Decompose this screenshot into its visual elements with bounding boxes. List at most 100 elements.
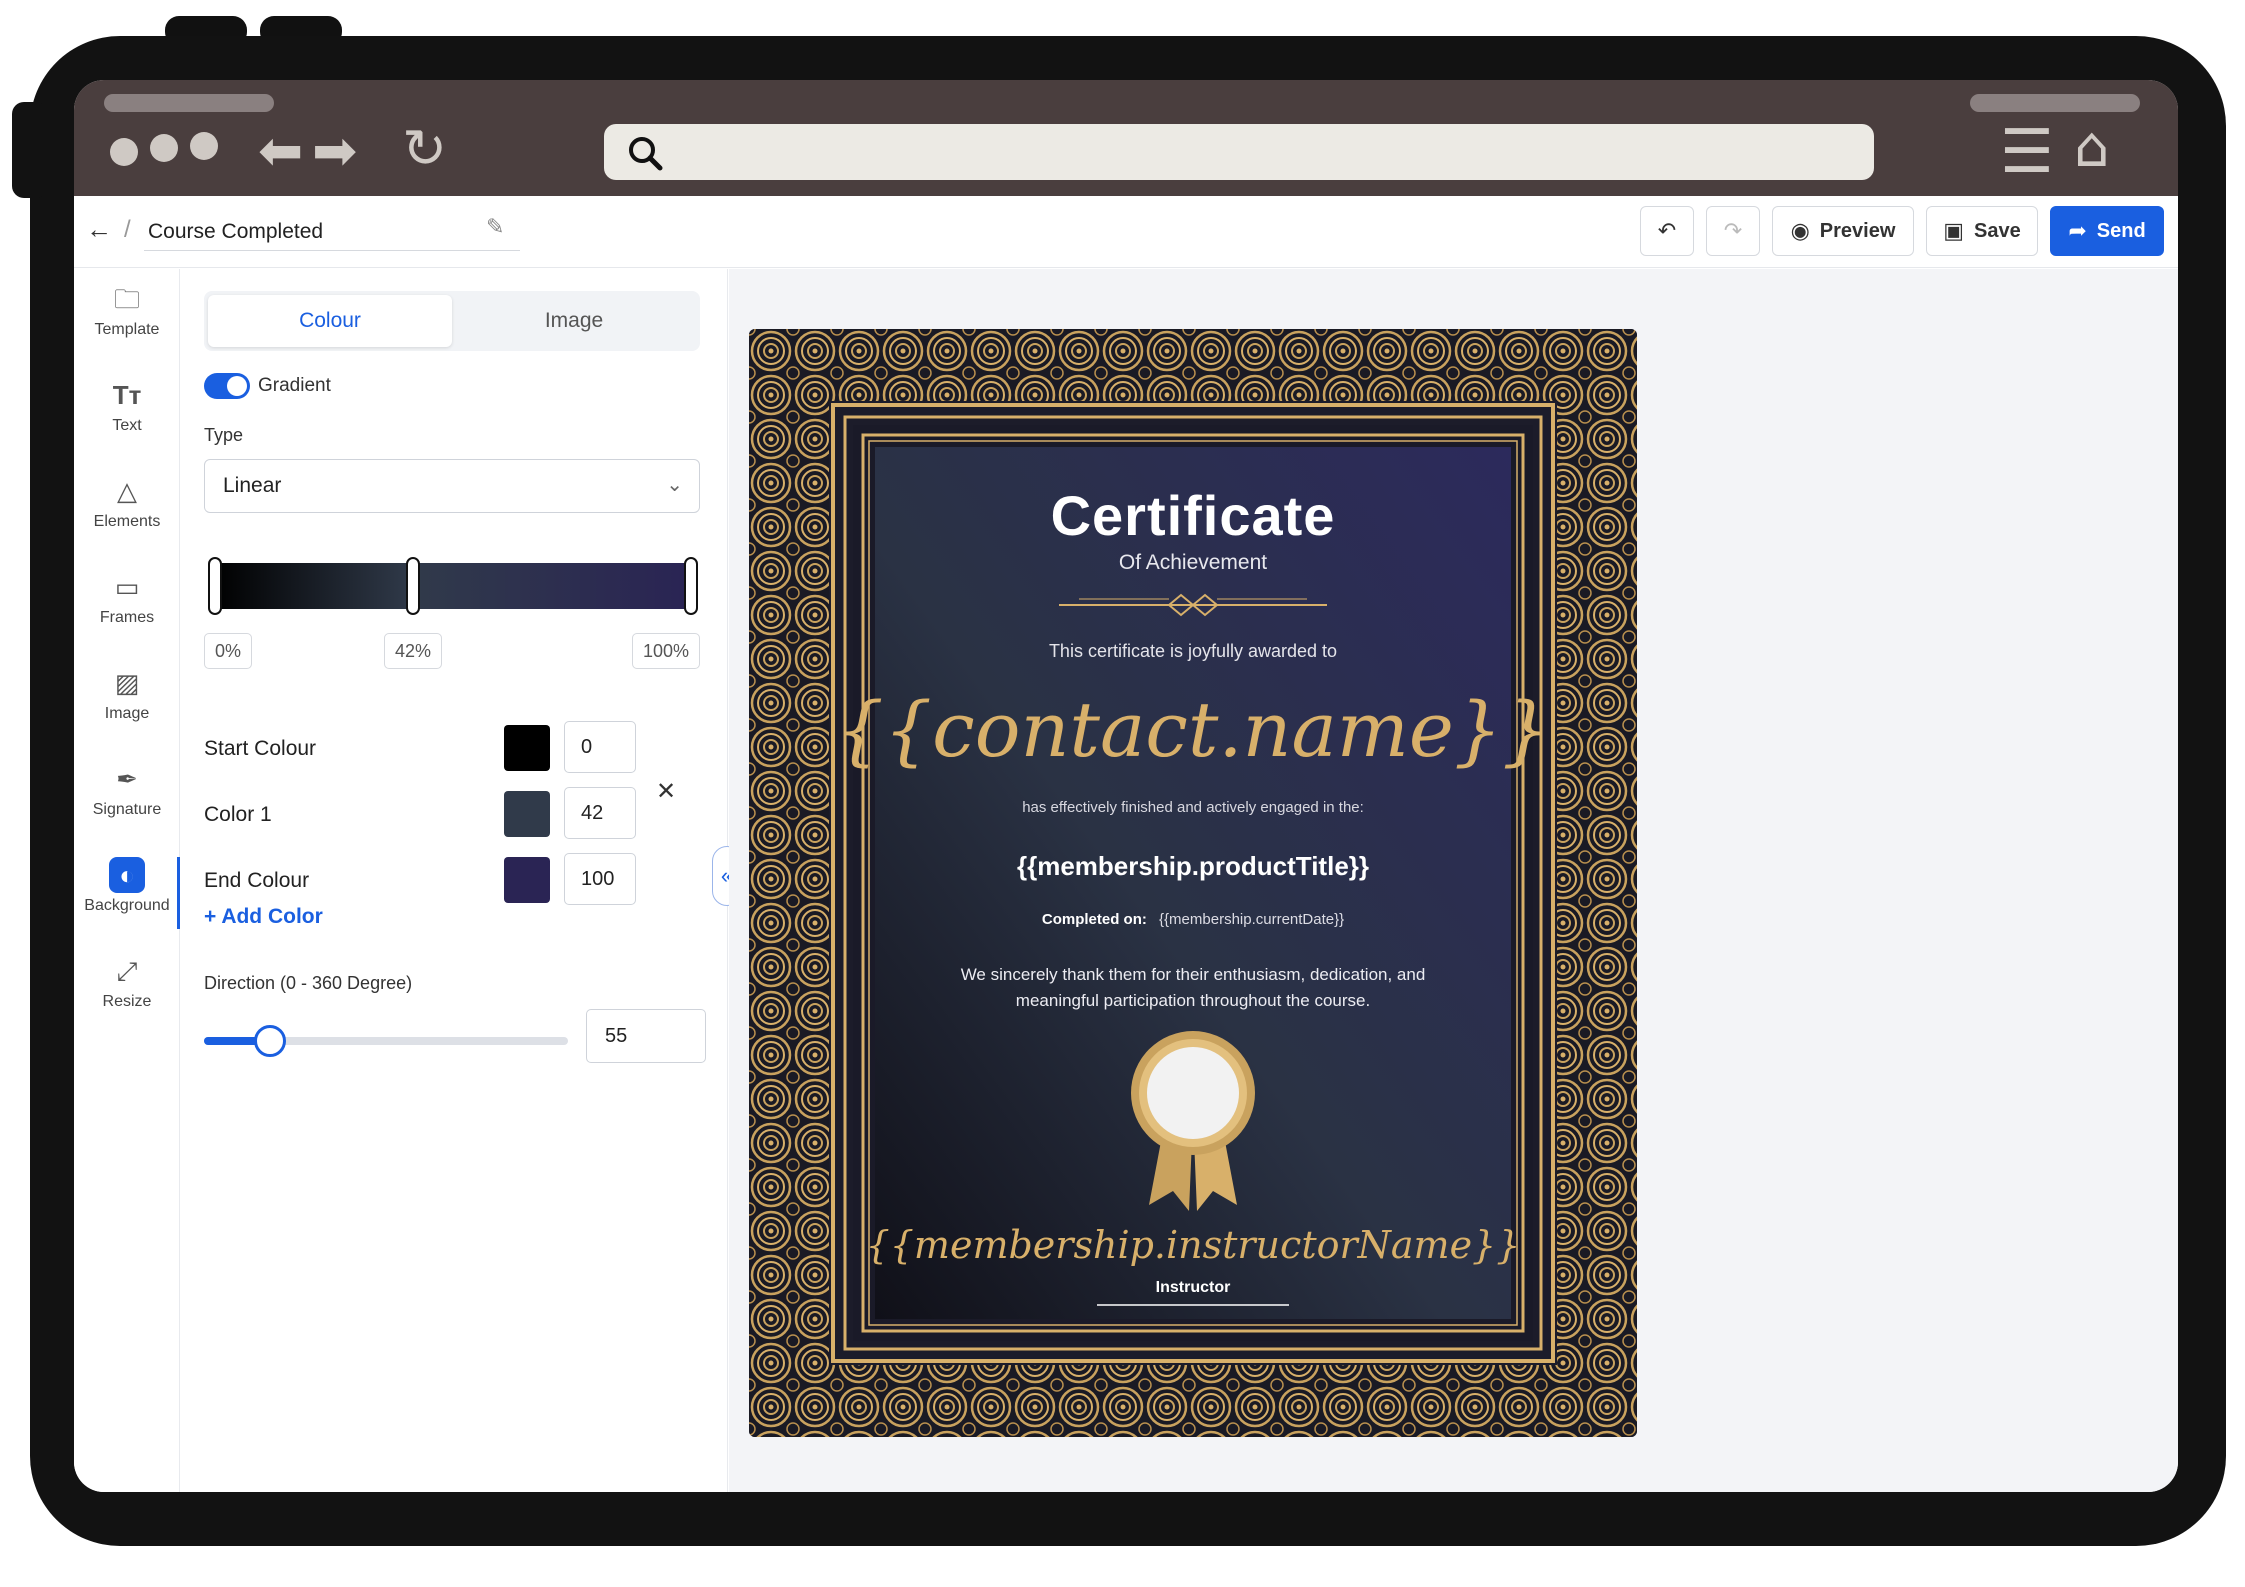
direction-slider-knob[interactable] <box>254 1025 286 1057</box>
redo-button[interactable]: ↷ <box>1706 206 1760 256</box>
title-underline <box>144 250 520 251</box>
type-label: Type <box>204 425 244 445</box>
direction-label: Direction (0 - 360 Degree) <box>204 973 413 993</box>
home-icon[interactable]: ⌂ <box>2074 120 2110 176</box>
tab-colour[interactable]: Colour <box>208 295 452 347</box>
preview-label: Preview <box>1819 219 1896 242</box>
rail-label: Signature <box>92 801 162 818</box>
image-icon: ▨ <box>114 668 140 698</box>
rail-item-elements[interactable]: △ Elements <box>74 463 180 555</box>
gradient-stop-handle-end[interactable] <box>684 557 698 615</box>
thanks-line-1[interactable]: We sincerely thank them for their enthus… <box>749 965 1637 985</box>
chevron-down-icon: ⌄ <box>666 474 683 496</box>
tool-rail: 🗀 Template Tт Text △ Elements ▭ Frames ▨ Imag… <box>74 269 180 1492</box>
screen: ⬅ ➡ ↻ ☰ ⌂ ← / Course Completed ✎ ↶ ↷ ◉ Pr… <box>74 80 2178 1492</box>
send-button[interactable]: ➦ Send <box>2050 206 2164 256</box>
shapes-icon: △ <box>117 476 137 506</box>
rail-item-image[interactable]: ▨ Image <box>74 655 180 747</box>
gradient-stop-handle-1[interactable] <box>406 557 420 615</box>
chrome-tab-pill <box>1970 94 2140 112</box>
gradient-toggle[interactable] <box>204 373 250 399</box>
rail-item-signature[interactable]: ✒ Signature <box>74 751 180 843</box>
document-title[interactable]: Course Completed <box>148 220 323 244</box>
back-arrow-icon[interactable]: ← <box>86 214 112 245</box>
certificate-subtitle[interactable]: Of Achievement <box>749 551 1637 575</box>
rail-label: Template <box>94 321 160 338</box>
contact-name-placeholder[interactable]: {{contact.name}} <box>749 685 1637 774</box>
preview-button[interactable]: ◉ Preview <box>1772 206 1914 256</box>
direction-input[interactable]: 55 <box>586 1009 706 1063</box>
undo-button[interactable]: ↶ <box>1640 206 1694 256</box>
browser-chrome: ⬅ ➡ ↻ ☰ ⌂ <box>74 80 2178 196</box>
rail-label: Resize <box>102 993 152 1010</box>
completed-on-row[interactable]: Completed on: {{membership.currentDate}} <box>749 911 1637 928</box>
end-colour-position-input[interactable]: 100 <box>564 853 636 905</box>
frame-icon: ▭ <box>114 572 140 602</box>
rail-item-resize[interactable]: ⤢ Resize <box>74 943 180 1035</box>
window-dot-icon[interactable] <box>190 132 218 160</box>
rail-label: Text <box>112 417 142 434</box>
add-color-button[interactable]: + Add Color <box>204 905 323 929</box>
palette-icon: ◐ <box>109 857 145 893</box>
redo-icon: ↷ <box>1723 218 1743 243</box>
rail-item-template[interactable]: 🗀 Template <box>74 271 180 363</box>
undo-icon: ↶ <box>1657 218 1677 243</box>
rail-label: Image <box>104 705 150 722</box>
end-colour-swatch[interactable] <box>504 857 550 903</box>
resize-icon: ⤢ <box>116 956 138 986</box>
menu-icon[interactable]: ☰ <box>2000 122 2054 182</box>
color-1-label: Color 1 <box>204 803 272 826</box>
gradient-stop-handle-start[interactable] <box>208 557 222 615</box>
eye-icon: ◉ <box>1790 218 1810 243</box>
start-colour-swatch[interactable] <box>504 725 550 771</box>
completed-on-label: Completed on: <box>1041 911 1147 928</box>
text-icon: Tт <box>112 380 142 410</box>
start-colour-position-input[interactable]: 0 <box>564 721 636 773</box>
gradient-type-select[interactable]: Linear ⌄ <box>204 459 700 513</box>
chrome-tab-pill <box>104 94 274 112</box>
send-label: Send <box>2096 219 2146 242</box>
rail-item-frames[interactable]: ▭ Frames <box>74 559 180 651</box>
rail-label: Frames <box>99 609 155 626</box>
pen-icon: ✒ <box>116 764 138 794</box>
editor-canvas: Certificate Of Achievement This certific… <box>729 269 2178 1492</box>
window-dot-icon[interactable] <box>150 134 178 162</box>
finished-line[interactable]: has effectively finished and actively en… <box>749 799 1637 816</box>
color-1-position-input[interactable]: 42 <box>564 787 636 839</box>
floppy-icon: ▣ <box>1943 218 1965 243</box>
pencil-icon[interactable]: ✎ <box>486 214 504 240</box>
tab-image[interactable]: Image <box>452 295 696 347</box>
gradient-preview-bar[interactable] <box>214 563 688 609</box>
remove-color-icon[interactable]: ✕ <box>656 777 676 806</box>
certificate[interactable]: Certificate Of Achievement This certific… <box>749 329 1637 1437</box>
gradient-label: Gradient <box>258 375 331 396</box>
certificate-title[interactable]: Certificate <box>749 483 1637 548</box>
share-icon: ➦ <box>2068 218 2087 243</box>
completed-on-value: {{membership.currentDate}} <box>1159 911 1345 928</box>
rail-item-background[interactable]: ◐ Background <box>74 847 180 939</box>
window-dot-icon[interactable] <box>110 138 138 166</box>
app-topbar: ← / Course Completed ✎ ↶ ↷ ◉ Preview ▣ Sav… <box>74 196 2178 268</box>
instructor-name-placeholder[interactable]: {{membership.instructorName}} <box>749 1223 1637 1267</box>
stop-percent-1: 42% <box>384 633 443 669</box>
colour-image-tabs: Colour Image <box>204 291 700 351</box>
rail-label: Elements <box>93 513 161 530</box>
forward-arrow-icon[interactable]: ➡ <box>312 124 357 178</box>
save-button[interactable]: ▣ Save <box>1926 206 2038 256</box>
gradient-type-value: Linear <box>223 474 282 497</box>
color-1-swatch[interactable] <box>504 791 550 837</box>
url-bar[interactable] <box>604 124 1874 180</box>
awarded-line[interactable]: This certificate is joyfully awarded to <box>749 641 1637 662</box>
save-label: Save <box>1974 219 2021 242</box>
tablet-side-button <box>12 102 48 198</box>
back-arrow-icon[interactable]: ⬅ <box>258 124 303 178</box>
search-icon <box>629 137 663 171</box>
stop-percent-end: 100% <box>632 633 701 669</box>
product-title-placeholder[interactable]: {{membership.productTitle}} <box>749 851 1637 882</box>
rail-label: Background <box>84 897 170 914</box>
folder-icon: 🗀 <box>113 284 140 314</box>
thanks-line-2[interactable]: meaningful participation throughout the … <box>749 991 1637 1011</box>
reload-icon[interactable]: ↻ <box>402 122 447 176</box>
rail-item-text[interactable]: Tт Text <box>74 367 180 459</box>
instructor-label[interactable]: Instructor <box>749 1279 1637 1297</box>
